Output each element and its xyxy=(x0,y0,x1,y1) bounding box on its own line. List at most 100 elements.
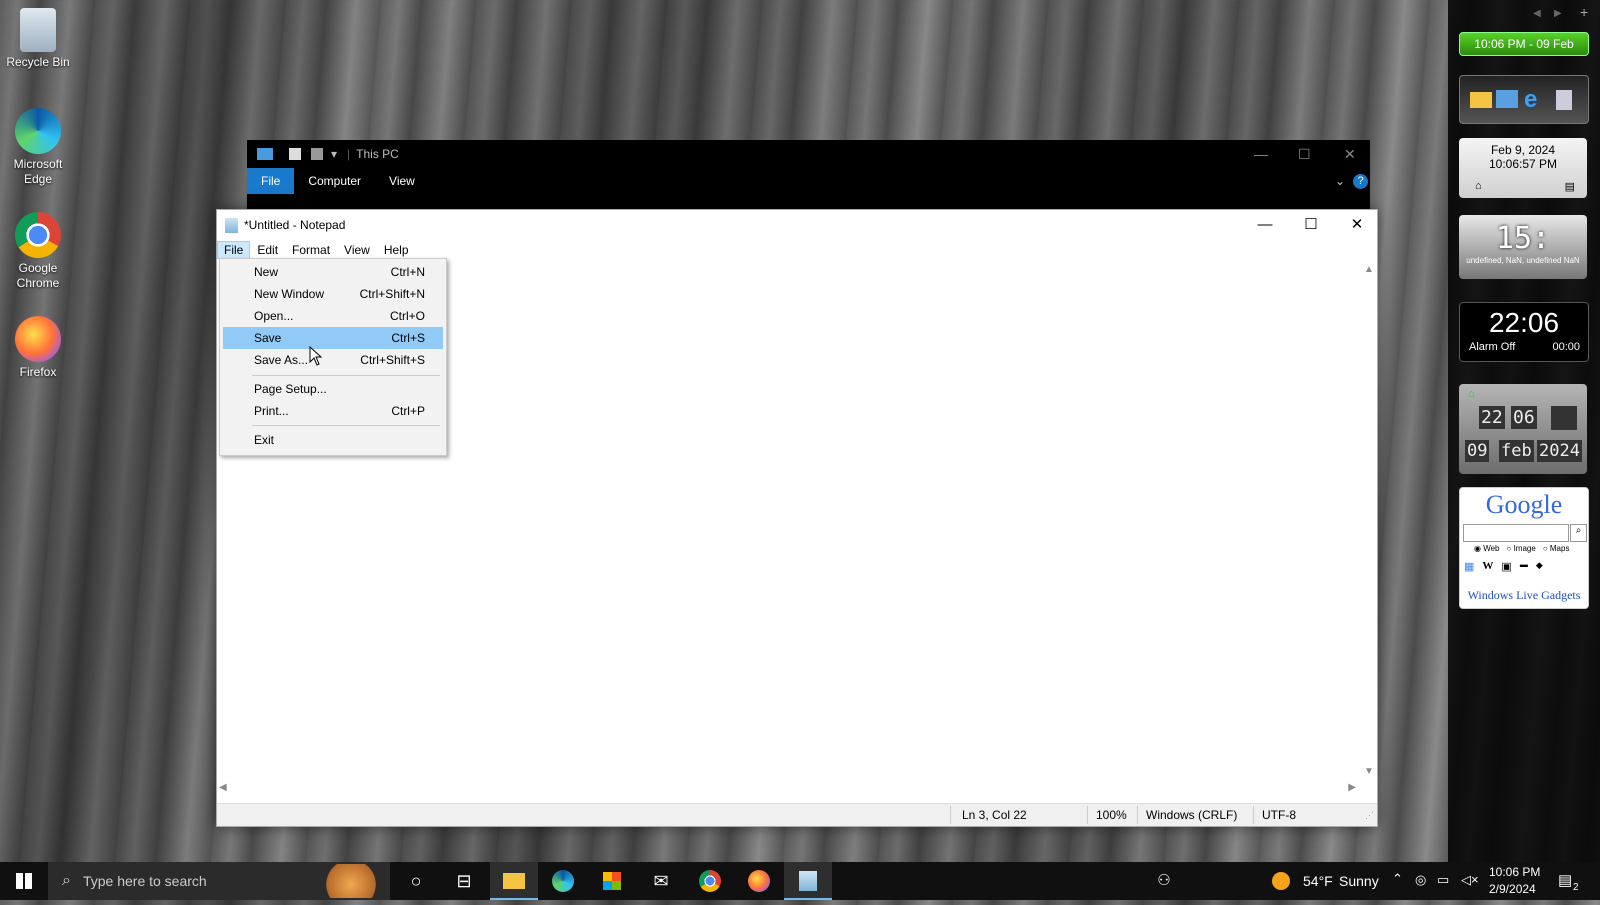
ebay-icon[interactable]: ◆ xyxy=(1536,560,1543,573)
desktop-icon-label: Recycle Bin xyxy=(6,55,70,69)
digital-clock-gadget[interactable]: 15: undefined, NaN, undefined NaN xyxy=(1459,215,1587,279)
recycle-icon[interactable] xyxy=(1556,90,1572,110)
network-icon[interactable]: ▭ xyxy=(1437,872,1449,888)
notepad-titlebar: *Untitled - Notepad — ☐ ✕ xyxy=(217,210,1377,240)
folder-icon[interactable] xyxy=(1470,92,1492,108)
home-icon[interactable]: ⌂ xyxy=(1468,388,1475,400)
tab-view[interactable]: View xyxy=(375,168,429,194)
weather-temp[interactable]: 54°F xyxy=(1303,873,1333,889)
search-icon[interactable]: ⌕ xyxy=(1570,524,1587,542)
desktop-icon-chrome[interactable]: Google Chrome xyxy=(4,212,72,291)
tray-date[interactable]: 2/9/2024 xyxy=(1489,882,1536,896)
sidebar-next-icon[interactable]: ▶ xyxy=(1554,8,1562,19)
checkmark-icon[interactable] xyxy=(289,148,301,160)
taskbar-mail[interactable]: ✉ xyxy=(637,862,685,900)
help-icon[interactable]: ? xyxy=(1353,173,1368,189)
start-button[interactable] xyxy=(0,862,48,900)
alarm-clock-gadget[interactable]: 22:06 Alarm Off 00:00 xyxy=(1459,302,1589,362)
gadgets-footer-link[interactable]: Windows Live Gadgets xyxy=(1460,588,1588,603)
horizontal-scrollbar[interactable]: ◀ ▶ xyxy=(217,780,1360,797)
resize-grip-icon[interactable]: ⋰ xyxy=(1365,810,1374,821)
sidebar-prev-icon[interactable]: ◀ xyxy=(1533,8,1541,19)
menu-format[interactable]: Format xyxy=(285,241,337,259)
calendar-gadget[interactable]: Feb 9, 2024 10:06:57 PM ⌂ ▤ xyxy=(1459,138,1587,198)
google-search-gadget[interactable]: Google ⌕ ◉ Web ○ Image ○ Maps ▦ W ▣ ▬ ◆ … xyxy=(1459,487,1589,609)
radio-web[interactable]: ◉ Web xyxy=(1474,544,1500,553)
explorer-titlebar: ▾ | This PC xyxy=(247,140,1370,168)
ribbon-expand-icon[interactable]: ⌄ xyxy=(1335,174,1345,188)
menu-view[interactable]: View xyxy=(337,241,377,259)
menu-item-save[interactable]: Save Ctrl+S xyxy=(223,327,443,349)
taskbar-chrome[interactable] xyxy=(686,862,734,900)
menu-item-new-window[interactable]: New Window Ctrl+Shift+N xyxy=(223,283,443,305)
menu-item-open[interactable]: Open... Ctrl+O xyxy=(223,305,443,327)
taskbar-edge[interactable] xyxy=(539,862,587,900)
calendar-date: Feb 9, 2024 xyxy=(1490,143,1556,157)
close-icon[interactable]: ✕ xyxy=(1344,146,1356,163)
people-button[interactable]: ⚇ xyxy=(1140,862,1188,900)
search-options: ◉ Web ○ Image ○ Maps xyxy=(1474,544,1569,553)
clock-bar-gadget[interactable]: 10:06 PM - 09 Feb xyxy=(1459,32,1589,56)
weather-condition[interactable]: Sunny xyxy=(1339,873,1379,889)
menu-edit[interactable]: Edit xyxy=(250,241,285,259)
weather-icon[interactable] xyxy=(1272,872,1290,890)
scroll-left-icon[interactable]: ◀ xyxy=(219,782,227,793)
google-logo: Google xyxy=(1485,490,1563,519)
tab-file[interactable]: File xyxy=(247,168,295,194)
menu-item-new[interactable]: New Ctrl+N xyxy=(223,261,443,283)
task-view-button[interactable]: ⊟ xyxy=(440,862,488,900)
minimize-button[interactable]: — xyxy=(1242,210,1288,240)
quick-launch-gadget[interactable]: e xyxy=(1459,75,1589,124)
taskbar-file-explorer[interactable] xyxy=(490,862,538,900)
google-search-input[interactable] xyxy=(1463,524,1569,542)
dropdown-arrow-icon[interactable]: ▾ xyxy=(331,147,337,161)
desktop-icon-edge[interactable]: Microsoft Edge xyxy=(4,108,72,187)
google-provider-icon[interactable]: ▦ xyxy=(1464,560,1474,573)
cortana-button[interactable]: ○ xyxy=(392,862,440,900)
radio-maps[interactable]: ○ Maps xyxy=(1543,544,1570,553)
maximize-icon[interactable]: ☐ xyxy=(1298,146,1311,163)
close-button[interactable]: ✕ xyxy=(1334,210,1380,240)
flip-day: 09 xyxy=(1465,440,1490,462)
taskbar-search-box[interactable]: ⌕ Type here to search xyxy=(48,862,390,900)
vertical-scrollbar[interactable]: ▲ ▼ xyxy=(1360,262,1377,797)
settings-icon[interactable]: ▤ xyxy=(1565,180,1575,193)
folder-icon[interactable] xyxy=(311,148,323,160)
tray-overflow-icon[interactable]: ⌃ xyxy=(1392,871,1403,887)
explorer-window[interactable]: ▾ | This PC — ☐ ✕ File Computer View ⌄ ? xyxy=(247,140,1370,212)
scroll-down-icon[interactable]: ▼ xyxy=(1364,766,1374,777)
taskbar-notepad[interactable] xyxy=(784,862,832,900)
digital-clock-time: 15: xyxy=(1495,221,1551,256)
tray-time[interactable]: 10:06 PM xyxy=(1489,865,1540,879)
scroll-up-icon[interactable]: ▲ xyxy=(1364,264,1374,275)
meet-now-icon[interactable]: ◎ xyxy=(1415,872,1426,888)
sidebar-add-icon[interactable]: + xyxy=(1580,4,1588,20)
menu-item-print[interactable]: Print... Ctrl+P xyxy=(223,400,443,422)
desktop-icon-firefox[interactable]: Firefox xyxy=(4,316,72,380)
minimize-icon[interactable]: — xyxy=(1254,146,1268,162)
monitor-icon[interactable] xyxy=(1496,90,1518,108)
taskbar-firefox[interactable] xyxy=(735,862,783,900)
menu-help[interactable]: Help xyxy=(377,241,416,259)
scroll-right-icon[interactable]: ▶ xyxy=(1348,782,1356,793)
taskbar-store[interactable] xyxy=(588,862,636,900)
volume-muted-icon[interactable]: ◁× xyxy=(1461,872,1479,888)
menu-file[interactable]: File xyxy=(217,241,251,259)
amazon-icon[interactable]: ▬ xyxy=(1520,560,1528,573)
tab-computer[interactable]: Computer xyxy=(294,168,375,194)
notification-center-icon[interactable]: ▤ xyxy=(1558,871,1572,889)
store-icon xyxy=(603,872,621,890)
status-position: Ln 3, Col 22 xyxy=(962,808,1027,822)
ie-icon[interactable]: e xyxy=(1524,86,1537,114)
maximize-button[interactable]: ☐ xyxy=(1288,210,1334,240)
menu-item-page-setup[interactable]: Page Setup... xyxy=(223,378,443,400)
wikipedia-icon[interactable]: W xyxy=(1482,560,1493,573)
radio-image[interactable]: ○ Image xyxy=(1507,544,1536,553)
menu-item-save-as[interactable]: Save As... Ctrl+Shift+S xyxy=(223,349,443,371)
notepad-icon xyxy=(799,871,817,891)
youtube-icon[interactable]: ▣ xyxy=(1501,560,1511,573)
home-icon[interactable]: ⌂ xyxy=(1475,180,1482,192)
flip-clock-gadget[interactable]: ⌂ 22 06 09 feb 2024 xyxy=(1459,384,1587,474)
desktop-icon-recycle-bin[interactable]: Recycle Bin xyxy=(4,8,72,70)
menu-item-exit[interactable]: Exit xyxy=(223,429,443,451)
